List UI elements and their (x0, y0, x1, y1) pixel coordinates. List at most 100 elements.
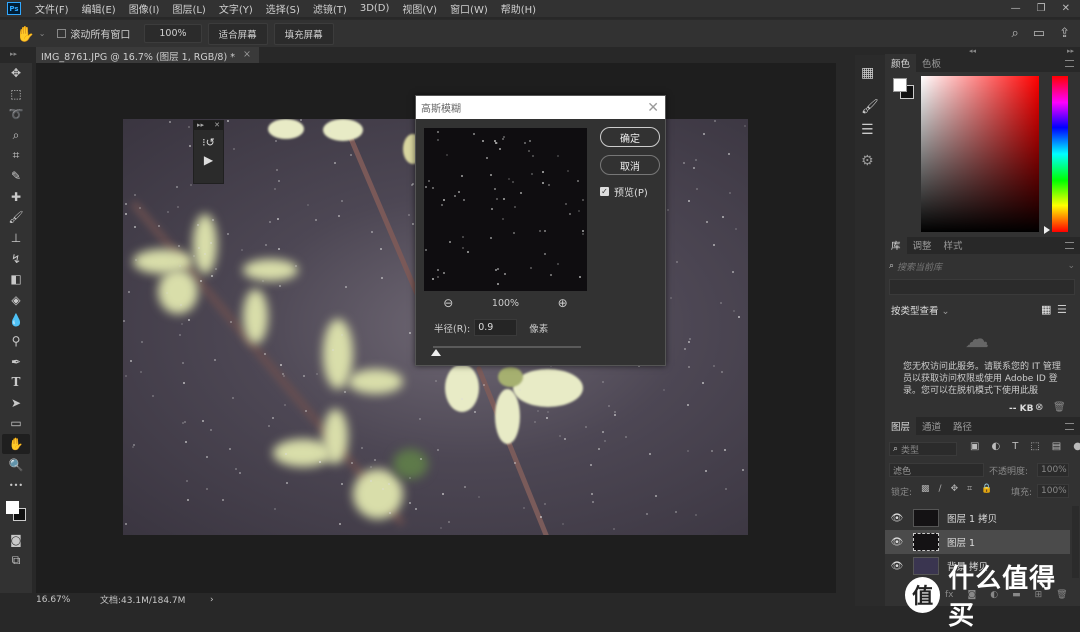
quick-mask-icon[interactable]: ◙ (2, 529, 30, 550)
library-search-input[interactable]: ⌕ 搜索当前库 ⌄ (889, 258, 1075, 274)
document-tab[interactable]: IMG_8761.JPG @ 16.7% (图层 1, RGB/8) * × (36, 47, 259, 63)
scroll-all-windows-checkbox[interactable]: 滚动所有窗口 (57, 26, 130, 41)
marquee-tool[interactable]: ⬚ (2, 84, 30, 105)
layer-row[interactable]: 👁 图层 1 拷贝 (885, 506, 1070, 530)
smart-object-filter-icon[interactable]: ▤ (1052, 441, 1061, 452)
lock-all-icon[interactable]: 🔒 (981, 484, 992, 494)
fill-input[interactable]: 100% (1037, 484, 1069, 498)
workspace-icon[interactable]: ▭ (1033, 26, 1045, 41)
brush-presets-icon[interactable]: ☰ (861, 122, 874, 138)
list-view-icon[interactable]: ☰ (1057, 303, 1067, 316)
panel-menu-icon[interactable] (1065, 423, 1074, 430)
adjustment-filter-icon[interactable]: ◐ (991, 441, 1000, 452)
type-tool[interactable]: T (2, 372, 30, 393)
preview-checkbox[interactable]: ✓ 预览(P) (600, 184, 648, 199)
path-select-tool[interactable]: ➤ (2, 393, 30, 414)
menu-edit[interactable]: 编辑(E) (82, 1, 116, 16)
menu-window[interactable]: 窗口(W) (450, 1, 488, 16)
chevron-down-icon[interactable]: ⌄ (1067, 261, 1075, 271)
hue-slider[interactable] (1052, 76, 1068, 232)
fill-screen-button[interactable]: 填充屏幕 (273, 22, 334, 45)
library-select[interactable] (889, 279, 1075, 295)
zoom-level[interactable]: 16.67% (36, 595, 96, 605)
move-tool[interactable]: ✥ (2, 63, 30, 84)
grid-view-icon[interactable]: ▦ (1041, 303, 1051, 316)
menu-select[interactable]: 选择(S) (266, 1, 300, 16)
history-brush-tool[interactable]: ↯ (2, 248, 30, 269)
zoom-in-icon[interactable]: ⊕ (558, 296, 568, 310)
menu-help[interactable]: 帮助(H) (501, 1, 536, 16)
crop-tool[interactable]: ⌗ (2, 145, 30, 166)
menu-layer[interactable]: 图层(L) (172, 1, 205, 16)
rectangle-tool[interactable]: ▭ (2, 413, 30, 434)
opacity-input[interactable]: 100% (1037, 463, 1069, 477)
brush-settings-icon[interactable]: 🖌 (861, 99, 879, 115)
dodge-tool[interactable]: ⚲ (2, 331, 30, 352)
layer-row-selected[interactable]: 👁 图层 1 (885, 530, 1070, 554)
zoom-tool[interactable]: 🔍 (2, 454, 30, 475)
image-filter-icon[interactable]: ▣ (970, 441, 979, 452)
tab-color[interactable]: 颜色 (885, 54, 917, 72)
layer-filter-kind[interactable]: ⌕ 类型 (889, 442, 957, 456)
trash-icon[interactable]: 🗑 (1053, 402, 1066, 413)
lock-position-icon[interactable]: ✥ (951, 484, 959, 494)
radius-slider-track[interactable] (433, 346, 581, 348)
tab-styles[interactable]: 样式 (938, 236, 969, 254)
type-filter-icon[interactable]: T (1012, 441, 1018, 452)
tab-libraries[interactable]: 库 (885, 236, 907, 254)
close-button[interactable]: ✕ (1062, 3, 1070, 14)
3d-icon[interactable]: ⚙ (861, 153, 874, 169)
more-tools[interactable]: ••• (2, 475, 30, 496)
filter-preview[interactable] (424, 128, 587, 291)
panel-menu-icon[interactable] (1065, 60, 1074, 67)
menu-3d[interactable]: 3D(D) (360, 3, 390, 14)
hand-icon[interactable]: ✋ (16, 25, 35, 43)
tab-adjustments[interactable]: 调整 (907, 236, 938, 254)
cancel-button[interactable]: 取消 (600, 155, 660, 175)
restore-button[interactable]: ❐ (1037, 3, 1046, 14)
share-icon[interactable]: ⇪ (1059, 26, 1070, 41)
properties-icon[interactable]: ▦ (861, 65, 874, 81)
brush-tool[interactable]: 🖌 (2, 207, 30, 228)
lock-pixels-icon[interactable]: / (939, 484, 942, 494)
radius-input[interactable]: 0.9 (474, 319, 518, 336)
status-menu-arrow[interactable]: › (210, 595, 214, 605)
lock-transparency-icon[interactable]: ▩ (921, 484, 930, 494)
healing-tool[interactable]: ✚ (2, 187, 30, 208)
lasso-tool[interactable]: ➰ (2, 104, 30, 125)
chevron-down-icon[interactable]: ⌄ (39, 29, 46, 38)
actions-icon[interactable]: ⁝↺ (194, 136, 223, 149)
pen-tool[interactable]: ✒ (2, 351, 30, 372)
blend-mode-select[interactable]: 滤色 (889, 463, 984, 477)
menu-file[interactable]: 文件(F) (35, 1, 69, 16)
panel-menu-icon[interactable] (1065, 242, 1074, 249)
eraser-tool[interactable]: ◧ (2, 269, 30, 290)
zoom-100-button[interactable]: 100% (144, 24, 202, 43)
ok-button[interactable]: 确定 (600, 127, 660, 147)
view-by-type-dropdown[interactable]: 按类型查看 ⌄ (891, 303, 950, 317)
close-icon[interactable]: ✕ (214, 121, 220, 130)
filter-toggle-icon[interactable]: ● (1073, 441, 1080, 452)
color-swatches[interactable] (2, 497, 30, 525)
menu-view[interactable]: 视图(V) (402, 1, 437, 16)
hand-tool[interactable]: ✋ (2, 433, 30, 455)
tab-channels[interactable]: 通道 (916, 417, 947, 435)
minimize-button[interactable]: — (1011, 3, 1021, 14)
menu-image[interactable]: 图像(I) (129, 1, 160, 16)
quick-select-tool[interactable]: ⌕ (2, 125, 30, 146)
checkbox-checked-icon[interactable]: ✓ (600, 187, 609, 196)
menu-filter[interactable]: 滤镜(T) (313, 1, 347, 16)
eyedropper-tool[interactable]: ✎ (2, 166, 30, 187)
checkbox-icon[interactable] (57, 29, 67, 38)
menu-type[interactable]: 文字(Y) (219, 1, 253, 16)
toolbar-grip[interactable]: ▸▸ (0, 47, 32, 63)
expand-icon[interactable]: ▸▸ (1067, 47, 1074, 55)
tab-layers[interactable]: 图层 (885, 417, 917, 435)
collapse-icon[interactable]: ◂◂ (969, 47, 976, 55)
tab-swatches[interactable]: 色板 (916, 54, 947, 72)
expand-icon[interactable]: ▸▸ (197, 121, 204, 130)
color-field[interactable] (921, 76, 1039, 232)
close-tab-icon[interactable]: × (243, 49, 251, 63)
paint-bucket-tool[interactable]: ◈ (2, 290, 30, 311)
search-icon[interactable]: ⌕ (1012, 26, 1019, 41)
